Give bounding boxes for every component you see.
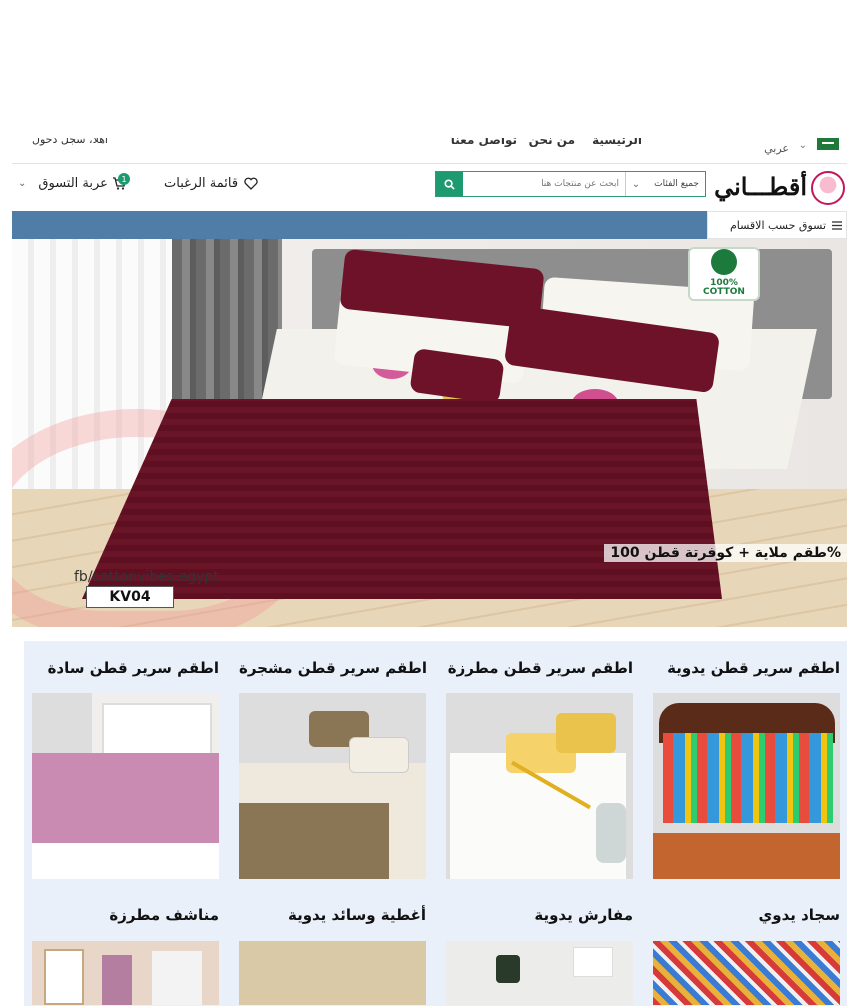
all-categories-label: تسوق حسب الاقسام (729, 218, 826, 232)
category-title[interactable]: اطقم سرير قطن سادة (32, 659, 219, 677)
frame-shape (44, 949, 84, 1005)
category-title[interactable]: اطقم سرير قطن مطرزة (446, 659, 633, 677)
logo-emblem-icon (811, 171, 845, 205)
hero-product-code: KV04 (86, 586, 174, 608)
site-logo[interactable]: أقطـــاني (714, 168, 847, 208)
category-title[interactable]: أغطية وسائد يدوية (239, 906, 426, 924)
towel-shape (102, 955, 132, 1005)
hero-banner[interactable]: 100% COTTON طقم ملاية + كوفرتة قطن 100% … (12, 239, 847, 627)
towel-shape (152, 951, 202, 1005)
search-button[interactable] (436, 172, 463, 196)
category-nav-bar: تسوق حسب الاقسام (12, 211, 847, 239)
cart-count-badge: 1 (118, 173, 130, 185)
chevron-down-icon: ⌄ (18, 178, 27, 189)
category-select-label: جميع الفئات (654, 179, 699, 189)
search-input[interactable] (463, 172, 625, 196)
chevron-down-icon: ⌄ (631, 178, 641, 190)
nav-about-link[interactable]: من نحن (529, 138, 575, 150)
bed-shape (663, 733, 833, 823)
cotton-badge: 100% COTTON (688, 247, 760, 301)
search-icon (444, 178, 455, 190)
heart-icon (244, 177, 258, 190)
wishlist-label: قائمة الرغبات (164, 176, 239, 191)
account-link[interactable]: اهلا، سجل دخول (32, 138, 108, 150)
category-title[interactable]: مناشف مطرزة (32, 906, 219, 924)
logo-text: أقطـــاني (714, 172, 807, 201)
brand-logo-icon (573, 947, 613, 977)
category-section: اطقم سرير قطن يدوية اطقم سرير قطن مطرزة … (24, 641, 847, 1006)
category-title[interactable]: سجاد يدوي (653, 906, 840, 924)
menu-icon (832, 220, 842, 230)
language-selector[interactable]: عربي (764, 142, 789, 155)
category-image[interactable] (653, 941, 840, 1005)
category-title[interactable]: اطقم سرير قطن يدوية (653, 659, 840, 677)
cart-label: عربة التسوق (38, 176, 108, 191)
cotton-plant-icon (711, 249, 737, 275)
page: ⌄ عربي الرئيسية من نحن تواصل معنا اهلا، … (0, 0, 847, 1006)
category-image[interactable] (653, 693, 840, 879)
header: أقطـــاني ⌄ جميع الفئات قائمة الرغبات ⌄ … (12, 164, 847, 210)
all-categories-menu[interactable]: تسوق حسب الاقسام (707, 211, 847, 239)
search-bar: ⌄ جميع الفئات (435, 171, 706, 197)
category-image[interactable] (446, 941, 633, 1005)
lamp-shape (596, 803, 626, 863)
category-image[interactable] (32, 941, 219, 1005)
category-title[interactable]: اطقم سرير قطن مشجرة (239, 659, 427, 677)
duvet-shape (239, 803, 389, 879)
pillow-shape (349, 737, 409, 773)
hero-source-text: fb/cottonvibes.egypt (74, 569, 219, 585)
category-image[interactable] (32, 693, 219, 879)
chevron-down-icon: ⌄ (798, 140, 807, 151)
category-title[interactable]: مفارش يدوية (446, 906, 633, 924)
category-image[interactable] (446, 693, 633, 879)
cotton-badge-label: COTTON (703, 287, 745, 297)
category-select[interactable]: ⌄ جميع الفئات (625, 172, 705, 196)
plant-shape (496, 955, 520, 983)
wishlist-link[interactable]: قائمة الرغبات (164, 176, 258, 191)
pillow-shape (556, 713, 616, 753)
flag-icon[interactable] (817, 138, 839, 150)
category-image[interactable] (239, 941, 426, 1005)
cart-link[interactable]: ⌄ عربة التسوق 1 (18, 173, 130, 191)
top-utility-bar: ⌄ عربي الرئيسية من نحن تواصل معنا اهلا، … (12, 138, 847, 164)
nav-contact-link[interactable]: تواصل معنا (451, 138, 517, 150)
nav-home-link[interactable]: الرئيسية (592, 138, 642, 150)
floor-shape (653, 833, 840, 879)
sheet-shape (32, 843, 219, 879)
category-image[interactable] (239, 693, 426, 879)
hero-caption: طقم ملاية + كوفرتة قطن 100% (604, 544, 847, 562)
